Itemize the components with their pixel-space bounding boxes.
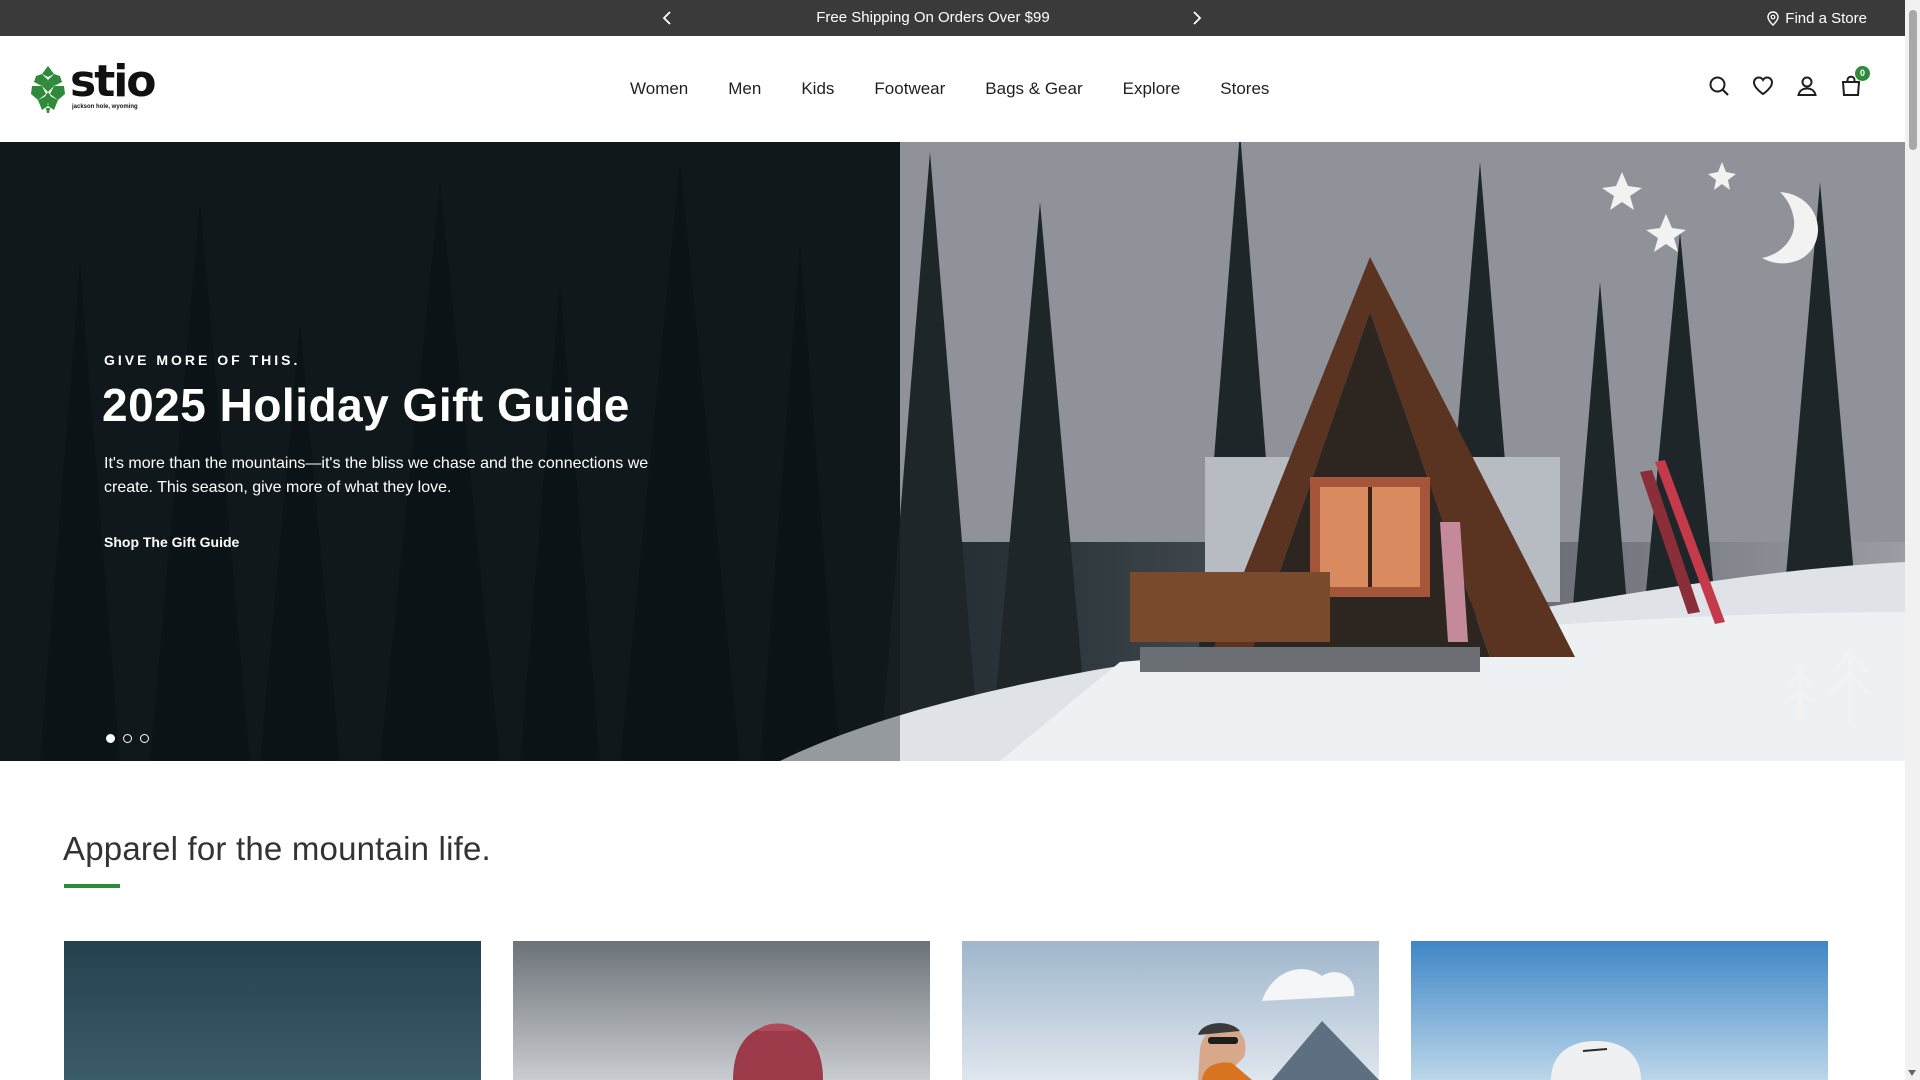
header-actions: 0 [1707,66,1870,98]
card-image-1 [64,941,481,1080]
nav-bags-gear[interactable]: Bags & Gear [965,79,1102,99]
category-card-1[interactable] [64,941,481,1080]
promo-prev-button[interactable] [658,8,678,28]
wishlist-button[interactable] [1751,74,1775,98]
shop-gift-guide-link[interactable]: Shop The Gift Guide [104,534,239,550]
promo-next-button[interactable] [1186,8,1206,28]
cart-button[interactable]: 0 [1839,66,1870,98]
logo-tagline: jackson hole, wyoming [72,104,138,110]
pinecone-icon [31,66,65,113]
card-image-3 [962,941,1379,1080]
scrollbar-thumb[interactable] [1909,10,1917,150]
nav-stores[interactable]: Stores [1200,79,1289,99]
search-icon [1709,76,1729,96]
chevron-left-icon [662,11,671,25]
card-image-4 [1411,941,1828,1080]
category-card-3[interactable] [962,941,1379,1080]
heart-icon [1752,76,1774,96]
nav-men[interactable]: Men [708,79,781,99]
category-card-2[interactable] [513,941,930,1080]
find-store-label: Find a Store [1785,9,1867,27]
account-button[interactable] [1795,74,1819,98]
section-title: Apparel for the mountain life. [63,830,491,867]
main-nav: Women Men Kids Footwear Bags & Gear Expl… [610,36,1289,142]
nav-kids[interactable]: Kids [781,79,854,99]
carousel-dots [106,734,149,743]
carousel-dot-2[interactable] [123,734,132,743]
hero-banner[interactable]: GIVE MORE OF THIS. 2025 Holiday Gift Gui… [0,142,1905,761]
scroll-down-arrow[interactable] [1908,1070,1916,1076]
search-button[interactable] [1707,74,1731,98]
carousel-dot-3[interactable] [140,734,149,743]
page-scrollbar[interactable] [1905,0,1920,1080]
hero-title: 2025 Holiday Gift Guide [102,379,630,431]
category-card-4[interactable] [1411,941,1828,1080]
nav-explore[interactable]: Explore [1103,79,1201,99]
cart-count-badge: 0 [1855,66,1870,81]
stio-logo[interactable]: stio jackson hole, wyoming [28,56,166,116]
promo-message[interactable]: Free Shipping On Orders Over $99 [700,0,1166,36]
account-icon [1797,76,1817,96]
hero-description: It's more than the mountains—it's the bl… [104,455,649,496]
site-header: stio jackson hole, wyoming Women Men Kid… [0,36,1905,142]
hero-eyebrow: GIVE MORE OF THIS. [104,352,301,368]
logo-wordmark: stio [70,56,157,107]
announcement-bar: Free Shipping On Orders Over $99 Find a … [0,0,1905,36]
card-image-2 [513,941,930,1080]
nav-footwear[interactable]: Footwear [854,79,965,99]
chevron-right-icon [1193,11,1202,25]
category-cards [64,941,1828,1080]
find-store-link[interactable]: Find a Store [1767,0,1867,36]
nav-women[interactable]: Women [610,79,708,99]
carousel-dot-1[interactable] [106,734,115,743]
location-pin-icon [1767,10,1779,26]
section-underline [64,884,120,888]
